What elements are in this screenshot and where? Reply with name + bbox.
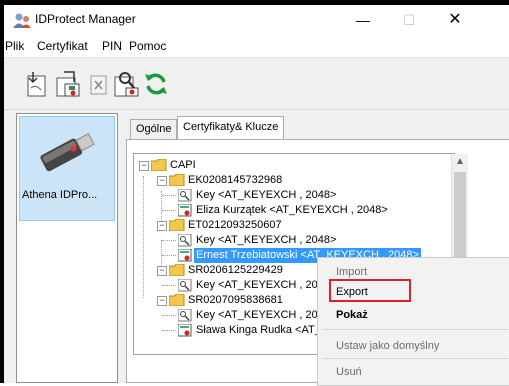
- ctx-delete[interactable]: Usuń: [336, 366, 362, 378]
- ctx-set-default[interactable]: Ustaw jako domyślny: [336, 340, 439, 352]
- collapse-icon[interactable]: −: [157, 221, 167, 231]
- usb-token-icon: [40, 132, 95, 172]
- export-highlight-box: [329, 279, 411, 302]
- context-menu: Import Export Pokaż Ustaw jako domyślny …: [317, 257, 509, 386]
- tree-item-key[interactable]: Key <AT_KEYEXCH , 2048>: [134, 233, 434, 248]
- tree-guide: [162, 285, 176, 286]
- tree-guide: [162, 255, 176, 256]
- import-cert-icon[interactable]: [24, 70, 52, 98]
- menu-pomoc[interactable]: Pomoc: [129, 39, 166, 53]
- folder-icon: [169, 219, 185, 231]
- tree-item-label: Key <AT_KEYEXCH , 2048>: [196, 234, 337, 246]
- ctx-separator: [322, 329, 508, 330]
- menu-pin[interactable]: PIN: [102, 39, 122, 53]
- tab-ogolne[interactable]: Ogólne: [130, 119, 178, 139]
- ctx-separator: [322, 358, 508, 359]
- tree-item-label: Eliza Kurzątek <AT_KEYEXCH , 2048>: [196, 204, 388, 216]
- menu-certyfikat[interactable]: Certyfikat: [37, 39, 88, 53]
- tab-certificates-keys[interactable]: Certyfikaty& Klucze: [177, 116, 285, 139]
- window-title: IDProtect Manager: [35, 12, 136, 26]
- tree-item-label: Key <AT_KEYEXCH , 2048>: [196, 309, 337, 321]
- tree-item-label: EK0208145732968: [188, 174, 283, 186]
- tree-guide: [162, 210, 176, 211]
- tree-item-label: ET0212093250607: [188, 219, 282, 231]
- key-icon: [178, 279, 192, 292]
- tree-item-label: Key <AT_KEYEXCH , 2048>: [196, 279, 337, 291]
- collapse-icon[interactable]: −: [157, 176, 167, 186]
- tree-item-key[interactable]: Key <AT_KEYEXCH , 2048>: [134, 188, 434, 203]
- tree-item-container[interactable]: − ET0212093250607: [134, 218, 434, 233]
- device-athena[interactable]: Athena IDPro...: [19, 116, 115, 221]
- maximize-button[interactable]: ☐: [386, 5, 432, 35]
- ctx-show[interactable]: Pokaż: [336, 309, 368, 321]
- save-cert-icon[interactable]: [54, 70, 82, 98]
- collapse-icon[interactable]: −: [139, 161, 149, 171]
- tree-item-label: SR0206125229429: [188, 264, 283, 276]
- folder-icon: [169, 294, 185, 306]
- device-label: Athena IDPro...: [22, 189, 98, 201]
- tree-item-container[interactable]: − EK0208145732968: [134, 173, 434, 188]
- tree-guide: [162, 195, 176, 196]
- toolbar: [4, 61, 509, 107]
- certificate-icon: [178, 204, 192, 217]
- app-icon: [13, 13, 31, 28]
- tree-item-root[interactable]: − CAPI: [134, 158, 434, 173]
- menu-plik[interactable]: Plik: [5, 39, 24, 53]
- tree-item-label: SR0207095838681: [188, 294, 283, 306]
- tab-strip: Ogólne Certyfikaty& Klucze: [126, 115, 509, 139]
- title-bar: IDProtect Manager — ☐ ✕: [4, 5, 509, 35]
- key-icon: [178, 309, 192, 322]
- folder-icon: [151, 159, 167, 171]
- scroll-up-icon[interactable]: ▲: [452, 156, 468, 167]
- collapse-icon[interactable]: −: [157, 266, 167, 276]
- certificate-icon: [178, 249, 192, 262]
- tree-guide: [162, 330, 176, 331]
- collapse-icon[interactable]: −: [157, 296, 167, 306]
- ctx-import[interactable]: Import: [336, 266, 367, 278]
- toolbar-separator: [4, 109, 509, 110]
- certificate-icon: [178, 324, 192, 337]
- key-icon: [178, 234, 192, 247]
- device-list: Athena IDPro...: [16, 113, 118, 383]
- close-doc-icon[interactable]: [84, 70, 112, 98]
- folder-icon: [169, 264, 185, 276]
- inspect-cert-icon[interactable]: [112, 70, 140, 98]
- minimize-button[interactable]: —: [340, 5, 386, 35]
- tree-item-cert[interactable]: Eliza Kurzątek <AT_KEYEXCH , 2048>: [134, 203, 434, 218]
- tree-guide: [162, 315, 176, 316]
- main-window: IDProtect Manager — ☐ ✕ Plik Certyfikat …: [4, 5, 509, 386]
- key-icon: [178, 189, 192, 202]
- tree-item-label: CAPI: [170, 159, 196, 171]
- tree-item-label: Key <AT_KEYEXCH , 2048>: [196, 189, 337, 201]
- close-button[interactable]: ✕: [432, 5, 478, 35]
- folder-icon: [169, 174, 185, 186]
- menu-bar: Plik Certyfikat PIN Pomoc: [4, 35, 509, 58]
- tree-guide: [162, 240, 176, 241]
- refresh-icon[interactable]: [142, 70, 170, 98]
